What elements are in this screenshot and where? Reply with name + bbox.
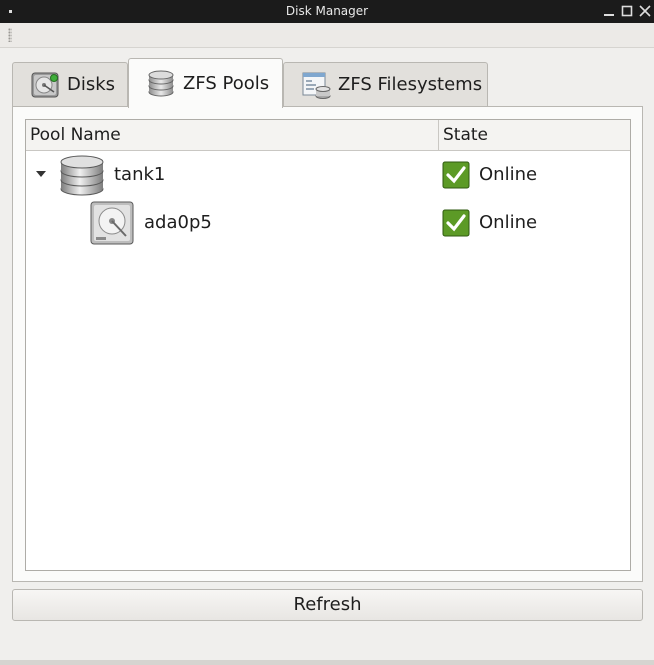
refresh-button[interactable]: Refresh [12, 589, 643, 621]
tree-header: Pool Name State [26, 120, 630, 151]
pool-tree[interactable]: Pool Name State tank1 Online ada0p5 Onli… [25, 119, 631, 571]
online-check-icon [442, 209, 470, 237]
hard-disk-icon [29, 69, 61, 101]
disk-name: ada0p5 [144, 212, 212, 233]
pool-icon [145, 68, 177, 100]
close-icon [639, 5, 651, 17]
close-button[interactable] [636, 0, 654, 23]
tab-label: Disks [67, 74, 116, 95]
tab-label: ZFS Filesystems [338, 74, 483, 95]
column-header-state[interactable]: State [438, 120, 630, 150]
tab-panel: Pool Name State tank1 Online ada0p5 Onli… [12, 106, 643, 582]
state-label: Online [479, 212, 538, 233]
minimize-button[interactable] [600, 0, 618, 23]
pool-icon [58, 153, 106, 197]
pool-name: tank1 [114, 164, 166, 185]
filesystem-icon [300, 69, 332, 101]
online-check-icon [442, 161, 470, 189]
title-bar: Disk Manager [0, 0, 654, 23]
tab-zfs-filesystems[interactable]: ZFS Filesystems [283, 62, 488, 106]
window-bottom-border [0, 660, 654, 665]
minimize-icon [604, 14, 614, 16]
window-title: Disk Manager [285, 4, 369, 18]
expand-arrow-icon[interactable] [36, 171, 46, 177]
tab-disks[interactable]: Disks [12, 62, 128, 106]
maximize-button[interactable] [618, 0, 636, 23]
toolbar-grip[interactable] [8, 28, 12, 42]
tab-label: ZFS Pools [183, 73, 270, 94]
maximize-icon [621, 5, 633, 17]
tree-row[interactable]: ada0p5 Online [26, 199, 630, 247]
tree-row[interactable]: tank1 Online [26, 151, 630, 199]
hard-disk-icon [88, 201, 136, 245]
tab-zfs-pools[interactable]: ZFS Pools [128, 58, 283, 108]
state-label: Online [479, 164, 538, 185]
column-header-pool-name[interactable]: Pool Name [26, 120, 438, 150]
toolbar [0, 23, 654, 48]
